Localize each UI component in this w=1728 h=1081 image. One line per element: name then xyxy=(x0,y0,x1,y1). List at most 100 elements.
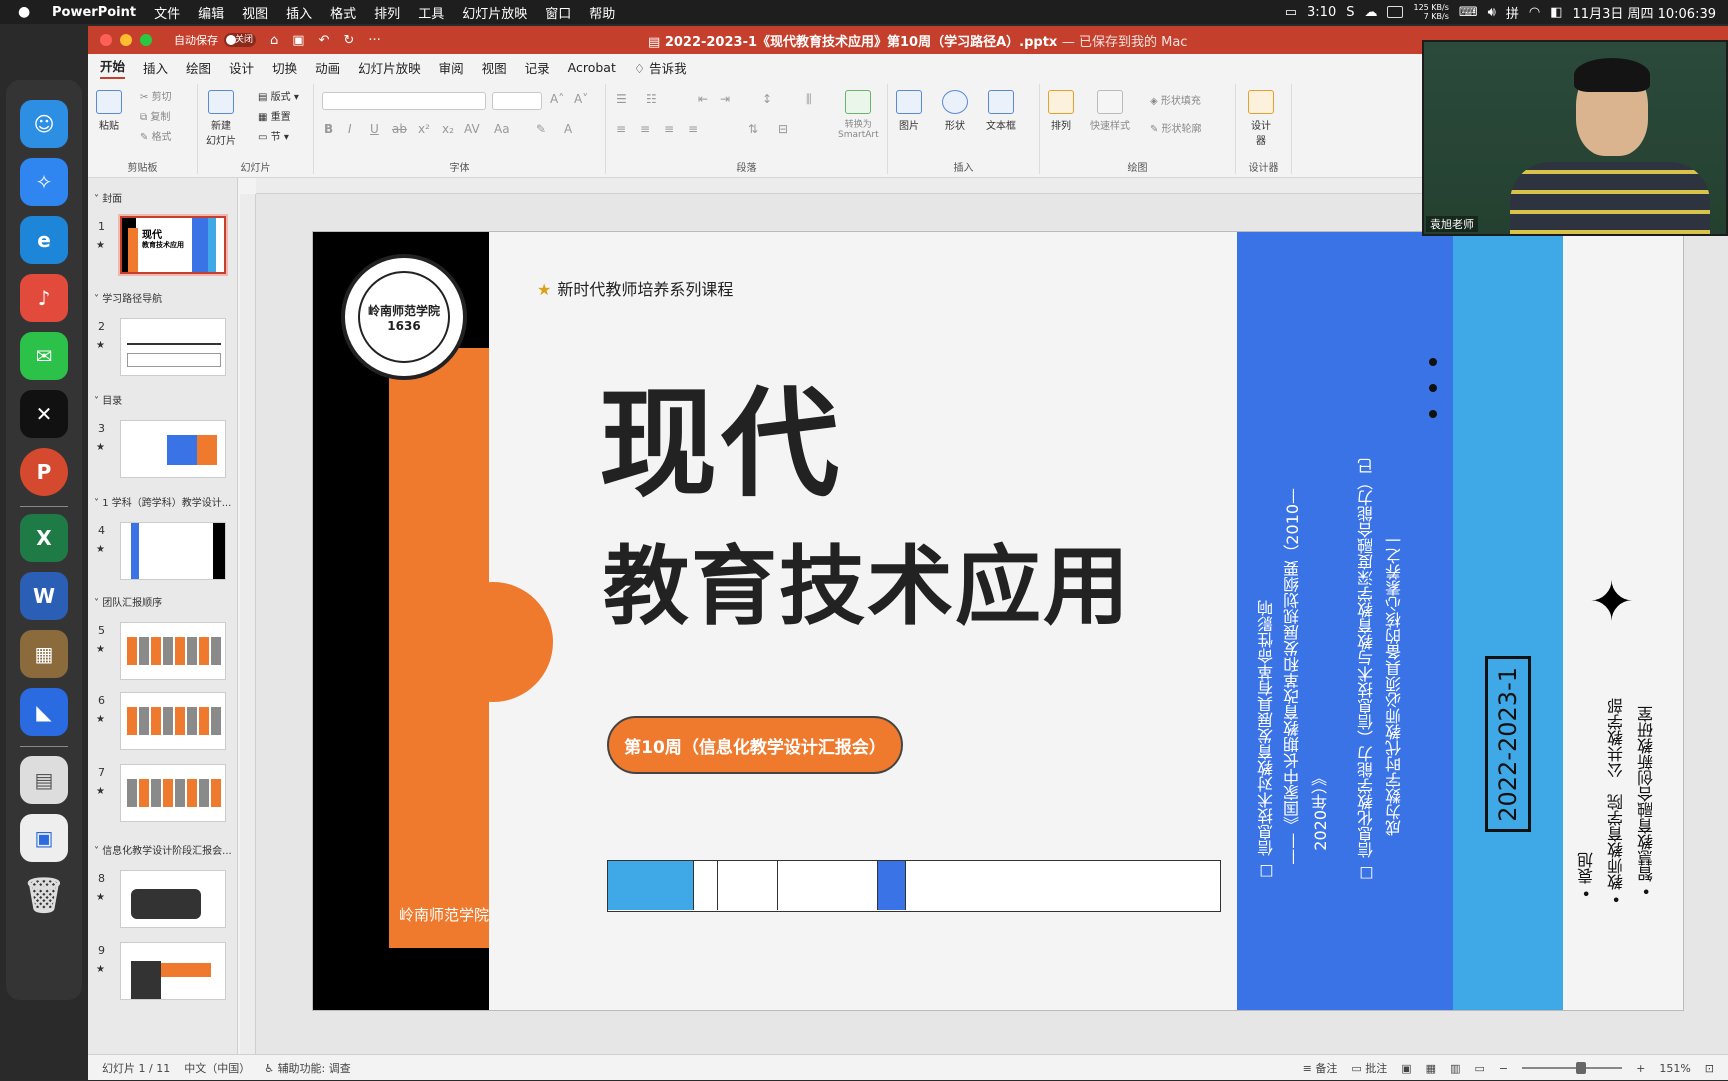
netease-music-icon[interactable]: ♪ xyxy=(20,274,68,322)
archive-icon[interactable]: ▦ xyxy=(20,630,68,678)
notes-button[interactable]: ≡ 备注 xyxy=(1303,1060,1338,1076)
align-right-icon[interactable]: ≡ xyxy=(664,122,674,136)
change-case-button[interactable]: Aa xyxy=(494,122,510,136)
tab-view[interactable]: 视图 xyxy=(482,58,507,77)
section-header[interactable]: ˅ 目录 xyxy=(94,392,122,407)
slide-thumbnail-7[interactable] xyxy=(120,764,226,822)
strikethrough-button[interactable]: ab xyxy=(392,122,407,136)
save-status[interactable]: — 已保存到我的 Mac xyxy=(1062,35,1188,50)
tab-draw[interactable]: 绘图 xyxy=(186,58,211,77)
fit-slide-icon[interactable]: ⊡ xyxy=(1705,1062,1714,1075)
subscript-button[interactable]: x₂ xyxy=(442,122,454,136)
tab-insert[interactable]: 插入 xyxy=(143,58,168,77)
picture-button[interactable]: 图片 xyxy=(896,90,922,132)
tab-home[interactable]: 开始 xyxy=(100,56,126,79)
layout-button[interactable]: ▤ 版式 ▾ xyxy=(258,88,299,103)
bullets-icon[interactable]: ☰ xyxy=(616,92,627,106)
indent-increase-icon[interactable]: ⇥ xyxy=(720,92,730,106)
align-center-icon[interactable]: ≡ xyxy=(640,122,650,136)
trash-icon[interactable]: 🗑︎ xyxy=(20,872,68,920)
section-header[interactable]: ˅ 学习路径导航 xyxy=(94,290,162,305)
shape-fill-button[interactable]: ◈ 形状填充 xyxy=(1150,92,1201,107)
align-text-icon[interactable]: ⊟ xyxy=(778,122,788,136)
capcut-icon[interactable]: ✕ xyxy=(20,390,68,438)
zoom-out-button[interactable]: − xyxy=(1499,1062,1508,1075)
keyboard-icon[interactable]: ⌨ xyxy=(1459,5,1478,20)
justify-icon[interactable]: ≡ xyxy=(688,122,698,136)
normal-view-icon[interactable]: ▣ xyxy=(1401,1062,1411,1075)
slide-thumbnail-8[interactable] xyxy=(120,870,226,928)
slide-thumbnail-3[interactable] xyxy=(120,420,226,478)
char-spacing-button[interactable]: AV xyxy=(464,122,480,136)
menu-app-name[interactable]: PowerPoint xyxy=(52,5,136,20)
accessibility-status[interactable]: ♿︎ 辅助功能: 调查 xyxy=(264,1060,351,1076)
current-slide[interactable]: 岭南师范学院 1636 岭南师范学院 ★ 新时代教师培养系列课程 现代 教育技术应用… xyxy=(313,232,1683,1010)
menu-edit[interactable]: 编辑 xyxy=(198,3,224,22)
cut-button[interactable]: ✂ 剪切 xyxy=(140,88,172,103)
finder-icon[interactable]: ☺ xyxy=(20,100,68,148)
slide-thumbnail-9[interactable] xyxy=(120,942,226,1000)
bold-button[interactable]: B xyxy=(324,122,333,136)
superscript-button[interactable]: x² xyxy=(418,122,430,136)
align-left-icon[interactable]: ≡ xyxy=(616,122,626,136)
autosave-toggle[interactable]: 关闭 xyxy=(224,33,256,47)
indent-decrease-icon[interactable]: ⇤ xyxy=(698,92,708,106)
slide-thumbnail-5[interactable] xyxy=(120,622,226,680)
highlight-icon[interactable]: ✎ xyxy=(536,122,546,136)
zoom-in-button[interactable]: + xyxy=(1636,1062,1645,1075)
zoom-slider[interactable] xyxy=(1522,1062,1623,1074)
designer-button[interactable]: 设计 器 xyxy=(1248,90,1274,147)
redo-icon[interactable]: ↻ xyxy=(343,33,354,48)
slide-sorter-icon[interactable]: ▦ xyxy=(1426,1062,1436,1075)
menu-format[interactable]: 格式 xyxy=(330,3,356,22)
section-header[interactable]: ˅ 团队汇报顺序 xyxy=(94,594,162,609)
edge-icon[interactable]: e xyxy=(20,216,68,264)
menu-help[interactable]: 帮助 xyxy=(589,3,615,22)
tab-animations[interactable]: 动画 xyxy=(315,58,340,77)
menu-window[interactable]: 窗口 xyxy=(545,3,571,22)
format-painter-button[interactable]: ✎ 格式 xyxy=(140,128,172,143)
copy-button[interactable]: ⧉ 复制 xyxy=(140,108,170,123)
wifi-icon[interactable]: ◠ xyxy=(1529,5,1540,20)
slideshow-icon[interactable]: ▭ xyxy=(1474,1062,1484,1075)
status-s-icon[interactable]: S xyxy=(1346,5,1354,20)
excel-icon[interactable]: X xyxy=(20,514,68,562)
paste-button[interactable]: 粘贴 xyxy=(96,90,122,132)
meter-icon[interactable] xyxy=(1387,6,1404,18)
clock[interactable]: 11月3日 周四 10:06:39 xyxy=(1573,3,1716,22)
font-family-select[interactable] xyxy=(322,92,486,110)
section-header[interactable]: ˅ 信息化教学设计阶段汇报会... xyxy=(94,842,232,857)
tab-review[interactable]: 审阅 xyxy=(439,58,464,77)
smartart-button[interactable]: 转换为 SmartArt xyxy=(838,90,879,140)
section-header[interactable]: ˅ 1 学科（跨学科）教学设计... xyxy=(94,494,231,509)
font-size-select[interactable] xyxy=(492,92,542,110)
font-color-icon[interactable]: A xyxy=(564,122,572,136)
columns-icon[interactable]: ⫼ xyxy=(806,92,812,107)
more-icon[interactable]: ··· xyxy=(368,33,380,48)
text-direction-icon[interactable]: ⇅ xyxy=(748,122,758,136)
vertical-ruler[interactable] xyxy=(240,194,256,1054)
decrease-font-icon[interactable]: A˅ xyxy=(574,92,588,106)
slide-thumbnail-4[interactable] xyxy=(120,522,226,580)
reset-button[interactable]: ▦ 重置 xyxy=(258,108,291,123)
language-indicator[interactable]: 中文（中国） xyxy=(184,1060,250,1076)
zoom-level[interactable]: 151% xyxy=(1659,1062,1690,1075)
zoom-button[interactable] xyxy=(140,34,152,46)
downloads-stack-icon[interactable]: ▣ xyxy=(20,814,68,862)
tab-slideshow[interactable]: 幻灯片放映 xyxy=(358,58,421,77)
reading-view-icon[interactable]: ▥ xyxy=(1450,1062,1460,1075)
tab-record[interactable]: 记录 xyxy=(525,58,550,77)
menu-tools[interactable]: 工具 xyxy=(418,3,444,22)
save-icon[interactable]: ▣ xyxy=(292,33,304,48)
numbering-icon[interactable]: ☷ xyxy=(646,92,657,106)
slide-thumbnail-2[interactable] xyxy=(120,318,226,376)
battery-icon[interactable]: ▭ xyxy=(1285,5,1297,20)
tab-acrobat[interactable]: Acrobat xyxy=(568,60,616,75)
undo-icon[interactable]: ↶ xyxy=(319,33,330,48)
menu-insert[interactable]: 插入 xyxy=(286,3,312,22)
textbox-button[interactable]: 文本框 xyxy=(986,90,1016,132)
line-spacing-icon[interactable]: ↕ xyxy=(762,92,772,106)
arrange-button[interactable]: 排列 xyxy=(1048,90,1074,132)
slide-thumbnail-pane[interactable]: ˅ 封面 1 ★ 现代 教育技术应用 ˅ 学习路径导航 2 ★ ˅ 目录 3 ★… xyxy=(88,178,238,1054)
underline-button[interactable]: U xyxy=(370,122,379,136)
